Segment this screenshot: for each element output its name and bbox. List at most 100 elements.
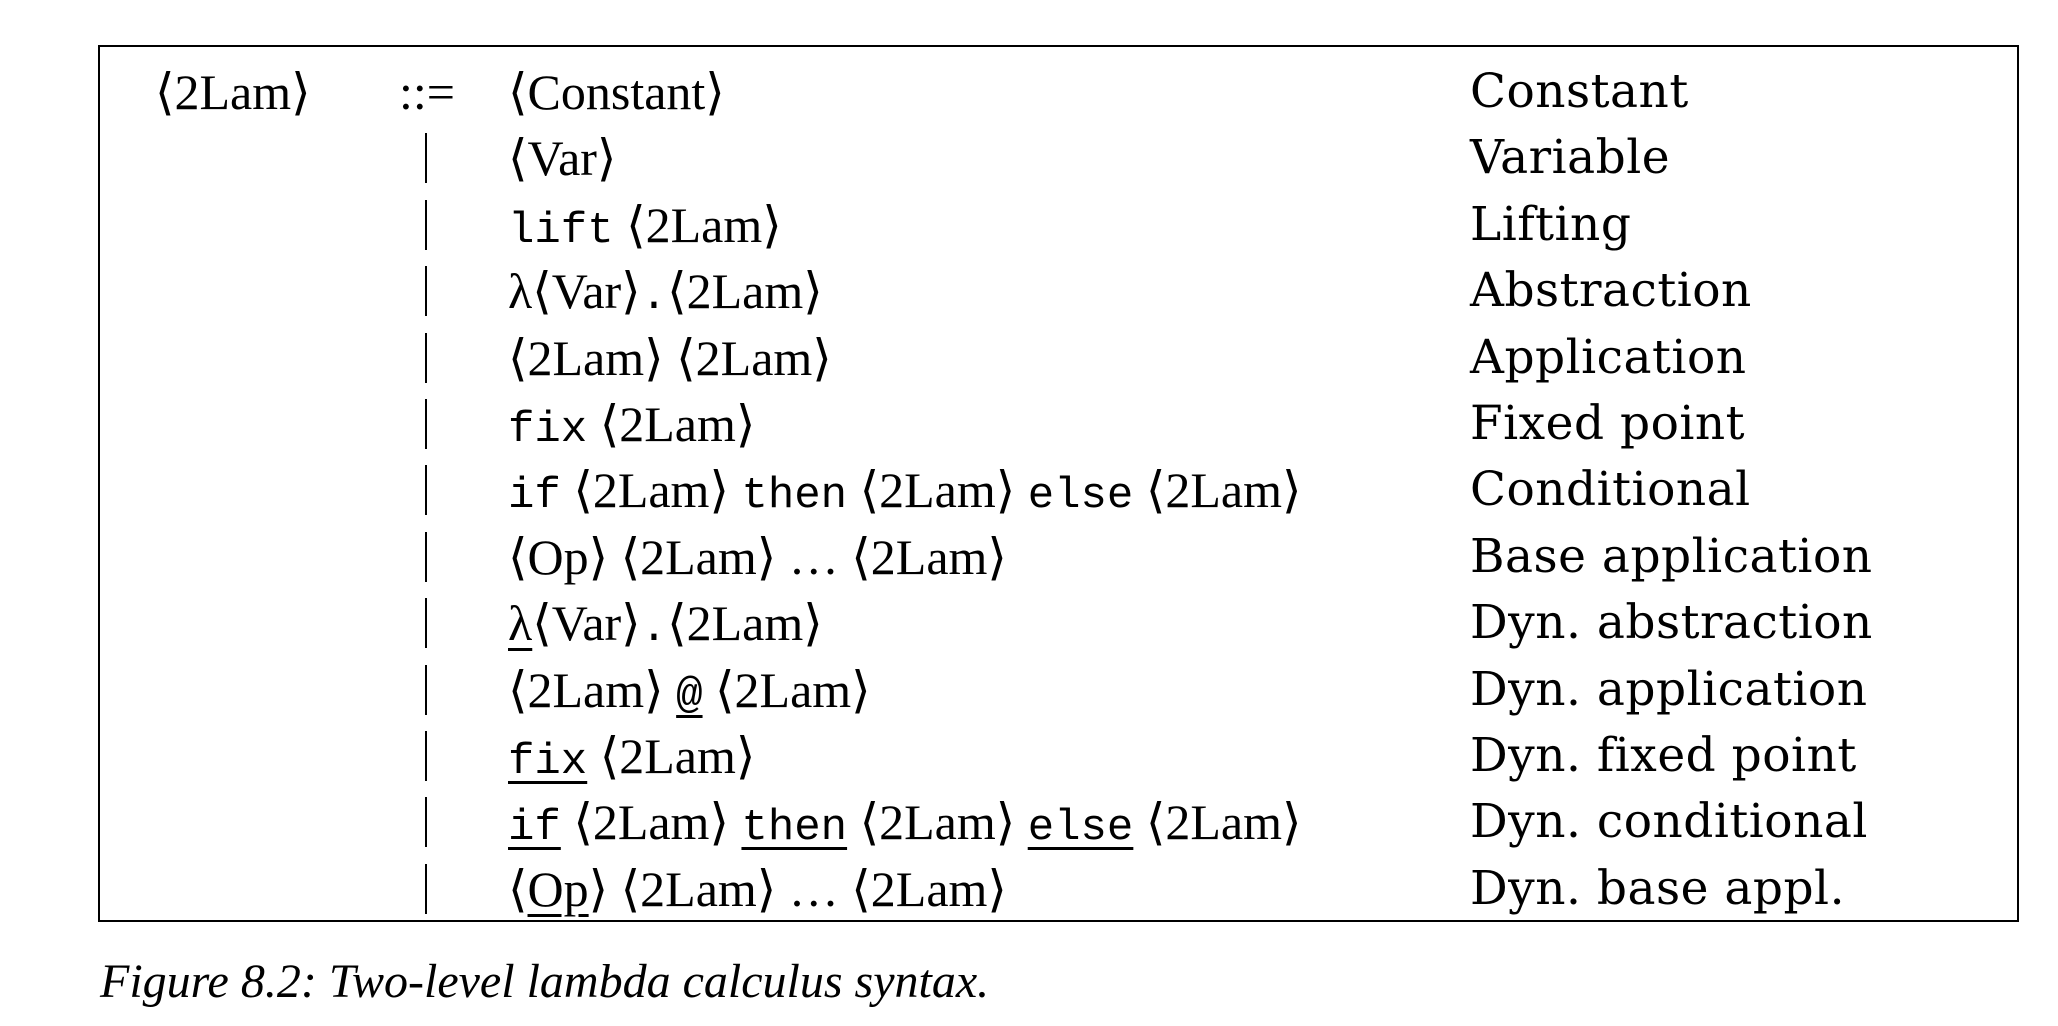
alternative-bar-line: [425, 199, 427, 250]
production-row: ⟨Op⟩ ⟨2Lam⟩ … ⟨2Lam⟩ Base application: [100, 524, 2017, 590]
alternative-bar: [414, 657, 438, 723]
alternative-bar: [414, 590, 438, 656]
nonterminal-token: ⟨2Lam⟩: [667, 263, 823, 320]
nonterminal-token: ⟨2Lam⟩: [859, 462, 1016, 519]
production-rhs: λ⟨Var⟩.⟨2Lam⟩: [508, 258, 823, 330]
production-row: λ⟨Var⟩.⟨2Lam⟩ Dyn. abstraction: [100, 590, 2017, 656]
alternative-bar-line: [425, 531, 427, 582]
alternative-bar: [414, 457, 438, 523]
production-row: λ⟨Var⟩.⟨2Lam⟩ Abstraction: [100, 258, 2017, 324]
production-description: Constant: [1470, 64, 1689, 119]
alternative-bar-line: [425, 332, 427, 383]
symbol-token: ⟨: [508, 860, 528, 917]
nonterminal-token: ⟨2Lam⟩: [620, 860, 777, 917]
nonterminal-token: ⟨2Lam⟩: [1145, 462, 1302, 519]
alternative-bar: [414, 125, 438, 191]
alternative-bar: [414, 524, 438, 590]
symbol-token: ⟩: [588, 860, 609, 917]
nonterminal-token: ⟨2Lam⟩: [620, 528, 777, 585]
alternative-bar-line: [425, 598, 427, 649]
production-description: Application: [1470, 329, 1747, 385]
nonterminal-token: ⟨2Lam⟩: [573, 794, 729, 851]
production-description: Fixed point: [1470, 396, 1746, 451]
alternative-bar: [414, 789, 438, 855]
production-rhs: if ⟨2Lam⟩ then ⟨2Lam⟩ else ⟨2Lam⟩: [508, 789, 1301, 861]
alternative-bar-line: [425, 465, 427, 516]
production-description: Variable: [1470, 130, 1671, 186]
alternative-bar: [414, 325, 438, 391]
dynamic-token: Op: [527, 860, 589, 917]
production-rhs: ⟨Constant⟩: [508, 59, 725, 127]
symbol-token: …: [776, 528, 852, 585]
alternative-bar-line: [425, 863, 427, 914]
symbol-token: …: [776, 860, 852, 917]
production-row: ⟨Op⟩ ⟨2Lam⟩ … ⟨2Lam⟩ Dyn. base appl.: [100, 856, 2017, 922]
keyword-token: if: [508, 471, 561, 522]
nonterminal-token: ⟨2Lam⟩: [667, 595, 823, 652]
alternative-bar: [414, 723, 438, 789]
production-description: Base application: [1470, 528, 1873, 584]
production-rhs: fix ⟨2Lam⟩: [508, 391, 755, 463]
dynamic-token: then: [741, 803, 848, 854]
nonterminal-token: ⟨Var⟩: [532, 263, 641, 320]
production-description: Dyn. conditional: [1470, 794, 1868, 850]
production-row: ⟨2Lam⟩ @ ⟨2Lam⟩ Dyn. application: [100, 657, 2017, 723]
dynamic-token: fix: [508, 737, 588, 787]
production-row: if ⟨2Lam⟩ then ⟨2Lam⟩ else ⟨2Lam⟩ Dyn. co…: [100, 789, 2017, 855]
production-rhs: ⟨2Lam⟩ ⟨2Lam⟩: [508, 325, 832, 393]
alternative-bar: [414, 192, 438, 258]
keyword-token: else: [1027, 471, 1134, 522]
nonterminal-token: ⟨2Lam⟩: [851, 528, 1007, 585]
production-row: ⟨Var⟩ Variable: [100, 125, 2017, 191]
production-rhs: if ⟨2Lam⟩ then ⟨2Lam⟩ else ⟨2Lam⟩: [508, 457, 1301, 529]
dynamic-token: if: [508, 803, 561, 854]
nonterminal-token: ⟨2Lam⟩: [508, 329, 664, 386]
production-row: lift ⟨2Lam⟩ Lifting: [100, 192, 2017, 258]
production-description: Dyn. application: [1470, 661, 1868, 717]
nonterminal-token: ⟨2Lam⟩: [599, 396, 756, 452]
production-description: Dyn. abstraction: [1470, 595, 1873, 651]
nonterminal-token: ⟨2Lam⟩: [676, 329, 832, 386]
production-row: ⟨2Lam⟩::= ⟨Constant⟩ Constant: [100, 59, 2017, 125]
keyword-token: fix: [508, 405, 588, 455]
nonterminal-token: ⟨2Lam⟩: [508, 661, 664, 718]
nonterminal-token: ⟨2Lam⟩: [599, 728, 756, 784]
alternative-bar-line: [425, 731, 427, 781]
nonterminal-token: ⟨2Lam⟩: [715, 661, 871, 718]
production-description: Abstraction: [1470, 263, 1752, 319]
production-row: ⟨2Lam⟩ ⟨2Lam⟩ Application: [100, 325, 2017, 391]
nonterminal-token: ⟨2Lam⟩: [626, 196, 782, 253]
production-row: fix ⟨2Lam⟩ Dyn. fixed point: [100, 723, 2017, 789]
dynamic-token: @: [676, 670, 703, 721]
define-symbol: ::=: [399, 64, 455, 120]
production-description: Conditional: [1470, 462, 1751, 518]
production-rhs: ⟨Op⟩ ⟨2Lam⟩ … ⟨2Lam⟩: [508, 856, 1007, 924]
dynamic-token: λ: [508, 595, 533, 652]
production-rhs: λ⟨Var⟩.⟨2Lam⟩: [508, 590, 823, 662]
nonterminal-token: ⟨2Lam⟩: [573, 462, 729, 519]
alternative-bar-line: [425, 797, 427, 848]
nonterminal-token: ⟨Op⟩: [508, 528, 609, 585]
alternative-bar: [414, 258, 438, 324]
alternative-bar-line: [425, 266, 427, 317]
nonterminal-token: ⟨Var⟩: [532, 595, 641, 652]
nonterminal-token: ⟨2Lam⟩: [859, 794, 1016, 851]
keyword-token: .: [640, 604, 668, 655]
production-row: fix ⟨2Lam⟩ Fixed point: [100, 391, 2017, 457]
alternative-bar-line: [425, 664, 427, 715]
